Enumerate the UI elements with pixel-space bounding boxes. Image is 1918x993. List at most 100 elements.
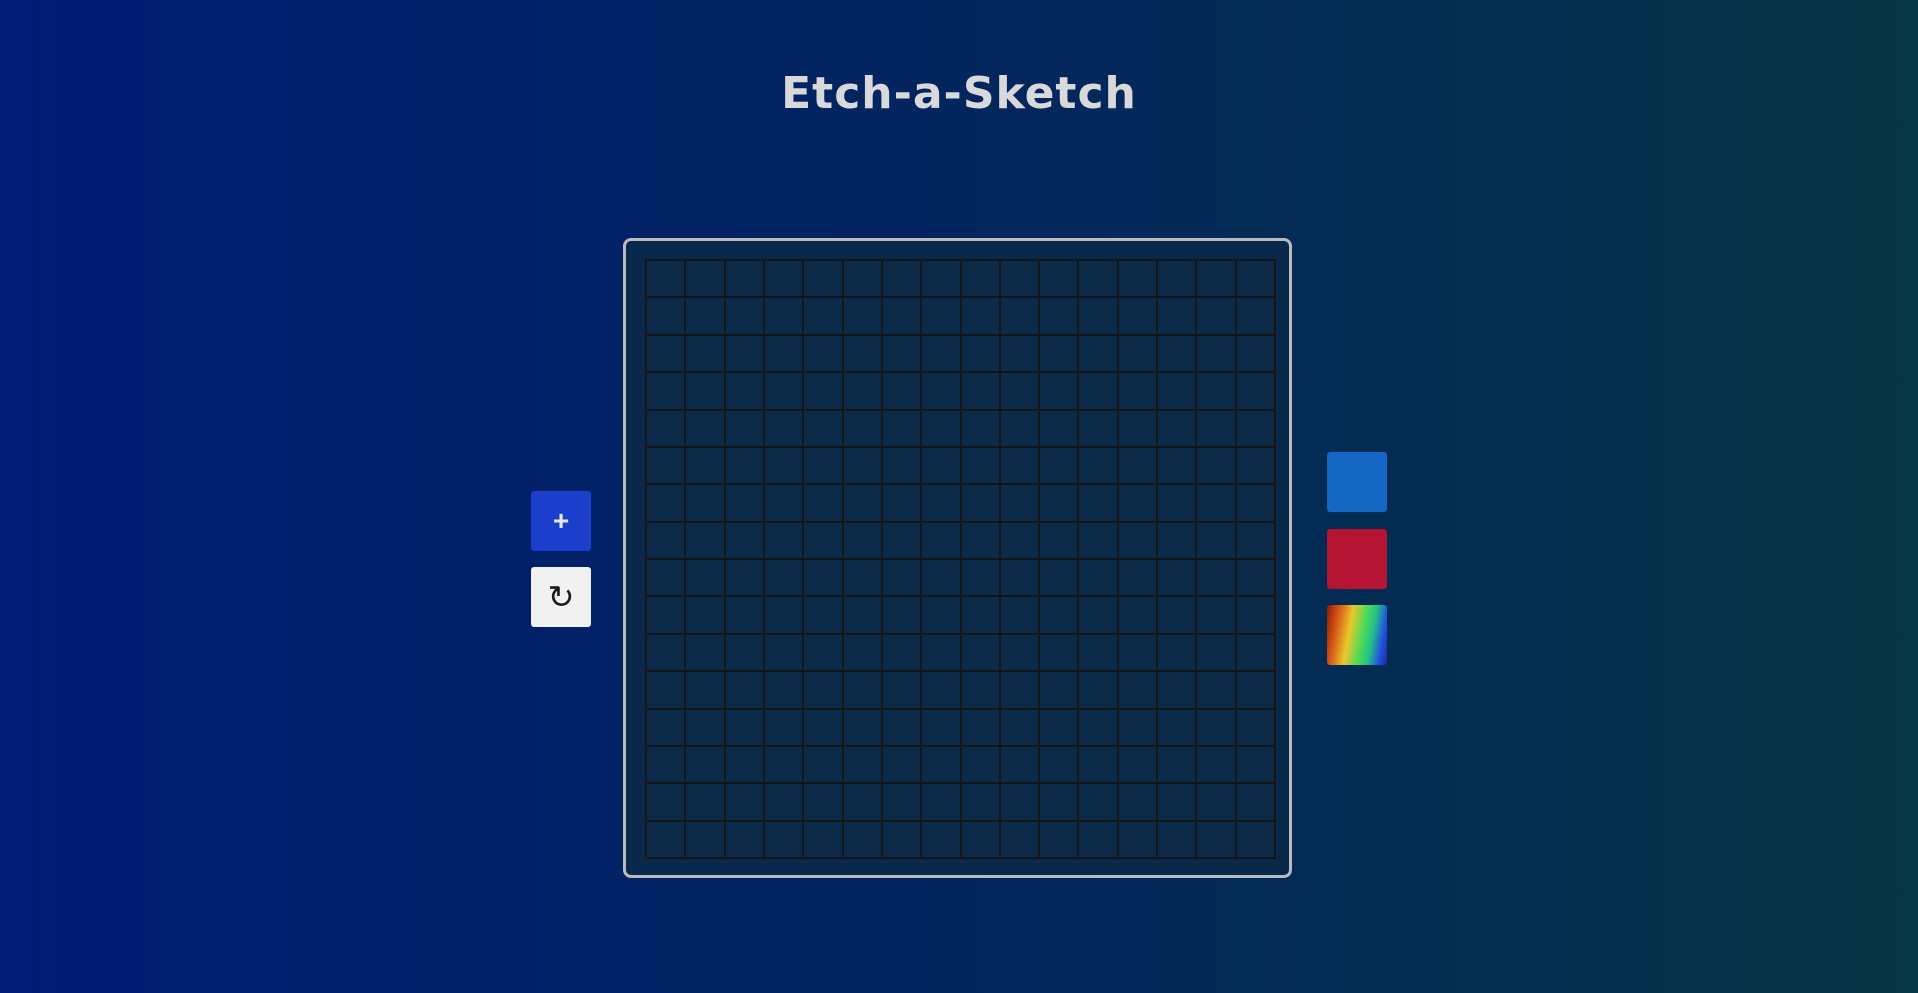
grid-cell[interactable]	[1040, 410, 1078, 446]
grid-cell[interactable]	[725, 821, 763, 857]
color-swatch-blue[interactable]	[1327, 452, 1387, 512]
grid-cell[interactable]	[843, 522, 881, 558]
grid-cell[interactable]	[1236, 746, 1274, 783]
grid-cell[interactable]	[764, 485, 803, 521]
grid-cell[interactable]	[764, 821, 803, 857]
grid-cell[interactable]	[843, 560, 881, 596]
grid-cell[interactable]	[804, 634, 842, 671]
grid-cell[interactable]	[764, 522, 803, 558]
grid-cell[interactable]	[647, 672, 685, 708]
grid-cell[interactable]	[961, 485, 999, 521]
grid-cell[interactable]	[1079, 447, 1117, 484]
grid-cell[interactable]	[1197, 634, 1235, 671]
grid-cell[interactable]	[1118, 335, 1157, 372]
grid-cell[interactable]	[843, 821, 881, 857]
grid-cell[interactable]	[1197, 410, 1235, 446]
grid-cell[interactable]	[725, 447, 763, 484]
grid-cell[interactable]	[764, 447, 803, 484]
grid-cell[interactable]	[922, 298, 960, 334]
grid-cell[interactable]	[961, 597, 999, 633]
grid-cell[interactable]	[764, 298, 803, 334]
grid-cell[interactable]	[882, 672, 921, 708]
grid-cell[interactable]	[961, 672, 999, 708]
grid-cell[interactable]	[725, 522, 763, 558]
grid-cell[interactable]	[922, 335, 960, 372]
grid-cell[interactable]	[647, 709, 685, 745]
grid-cell[interactable]	[1040, 597, 1078, 633]
grid-cell[interactable]	[1040, 261, 1078, 297]
grid-cell[interactable]	[882, 447, 921, 484]
grid-cell[interactable]	[647, 373, 685, 409]
grid-cell[interactable]	[1000, 335, 1039, 372]
grid-cell[interactable]	[686, 709, 724, 745]
grid-cell[interactable]	[1040, 485, 1078, 521]
grid-cell[interactable]	[922, 597, 960, 633]
grid-cell[interactable]	[725, 298, 763, 334]
grid-cell[interactable]	[725, 784, 763, 820]
grid-cell[interactable]	[1040, 784, 1078, 820]
grid-cell[interactable]	[1236, 485, 1274, 521]
grid-cell[interactable]	[882, 597, 921, 633]
grid-cell[interactable]	[725, 634, 763, 671]
grid-cell[interactable]	[1236, 560, 1274, 596]
grid-cell[interactable]	[725, 485, 763, 521]
grid-cell[interactable]	[1118, 821, 1157, 857]
grid-cell[interactable]	[922, 447, 960, 484]
grid-cell[interactable]	[804, 485, 842, 521]
grid-cell[interactable]	[804, 447, 842, 484]
grid-cell[interactable]	[686, 410, 724, 446]
grid-cell[interactable]	[1197, 298, 1235, 334]
grid-cell[interactable]	[1197, 261, 1235, 297]
grid-cell[interactable]	[1236, 597, 1274, 633]
grid-cell[interactable]	[1158, 597, 1196, 633]
grid-cell[interactable]	[1040, 709, 1078, 745]
sketch-grid[interactable]	[645, 259, 1276, 859]
grid-cell[interactable]	[882, 298, 921, 334]
grid-cell[interactable]	[1236, 298, 1274, 334]
grid-cell[interactable]	[961, 560, 999, 596]
grid-cell[interactable]	[1197, 597, 1235, 633]
grid-cell[interactable]	[1000, 634, 1039, 671]
grid-cell[interactable]	[843, 784, 881, 820]
grid-cell[interactable]	[647, 410, 685, 446]
grid-cell[interactable]	[1118, 746, 1157, 783]
grid-cell[interactable]	[922, 485, 960, 521]
grid-cell[interactable]	[1197, 672, 1235, 708]
reset-button[interactable]: ↻	[531, 567, 591, 627]
grid-cell[interactable]	[961, 709, 999, 745]
grid-cell[interactable]	[1236, 373, 1274, 409]
grid-cell[interactable]	[1000, 821, 1039, 857]
grid-cell[interactable]	[1000, 373, 1039, 409]
grid-cell[interactable]	[804, 709, 842, 745]
grid-cell[interactable]	[1236, 447, 1274, 484]
grid-cell[interactable]	[647, 821, 685, 857]
grid-cell[interactable]	[1118, 298, 1157, 334]
grid-cell[interactable]	[843, 709, 881, 745]
grid-cell[interactable]	[804, 746, 842, 783]
grid-cell[interactable]	[922, 709, 960, 745]
grid-cell[interactable]	[1079, 485, 1117, 521]
grid-cell[interactable]	[686, 447, 724, 484]
grid-cell[interactable]	[804, 298, 842, 334]
grid-cell[interactable]	[686, 634, 724, 671]
grid-cell[interactable]	[1197, 373, 1235, 409]
grid-cell[interactable]	[804, 373, 842, 409]
grid-cell[interactable]	[1000, 410, 1039, 446]
grid-cell[interactable]	[1079, 746, 1117, 783]
grid-cell[interactable]	[843, 373, 881, 409]
grid-cell[interactable]	[804, 672, 842, 708]
grid-cell[interactable]	[725, 261, 763, 297]
grid-cell[interactable]	[1236, 784, 1274, 820]
grid-cell[interactable]	[1158, 298, 1196, 334]
grid-cell[interactable]	[804, 784, 842, 820]
grid-cell[interactable]	[764, 746, 803, 783]
grid-cell[interactable]	[843, 746, 881, 783]
grid-cell[interactable]	[1000, 597, 1039, 633]
grid-cell[interactable]	[961, 746, 999, 783]
grid-cell[interactable]	[1236, 634, 1274, 671]
grid-cell[interactable]	[686, 485, 724, 521]
grid-cell[interactable]	[922, 634, 960, 671]
grid-cell[interactable]	[1040, 634, 1078, 671]
grid-cell[interactable]	[882, 709, 921, 745]
grid-cell[interactable]	[764, 672, 803, 708]
